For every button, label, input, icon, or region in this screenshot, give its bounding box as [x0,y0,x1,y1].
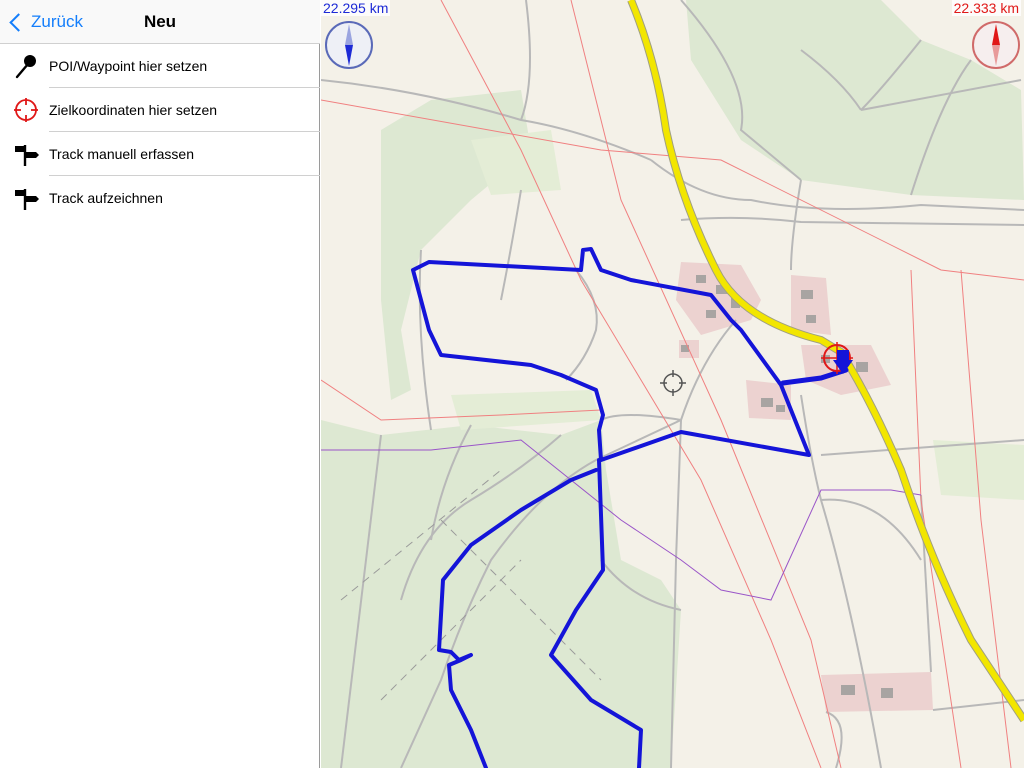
map-view[interactable]: 22.295 km 22.333 km [321,0,1024,768]
signpost-icon [13,141,39,167]
pin-icon [13,53,39,79]
chevron-left-icon [9,12,28,32]
compass-icon [972,21,1020,69]
menu-item-label: Track manuell erfassen [49,146,194,162]
crosshair-target-icon [13,97,39,123]
compass-left-button[interactable] [324,20,374,70]
compass-icon [325,21,373,69]
distance-label-right: 22.333 km [951,0,1021,16]
menu-item-track-record[interactable]: Track aufzeichnen [0,176,320,220]
map-crosshair-icon [660,370,686,396]
side-panel: Zurück Neu POI/Waypoint hier setzen Ziel… [0,0,320,768]
forest-area [321,420,681,768]
signpost-icon [13,185,39,211]
back-button-label: Zurück [31,12,83,31]
back-button[interactable]: Zurück [8,0,83,44]
menu-item-label: Track aufzeichnen [49,190,163,206]
settlement-area [821,672,933,712]
menu-item-label: POI/Waypoint hier setzen [49,58,208,74]
menu-item-track-manual[interactable]: Track manuell erfassen [0,132,320,176]
action-menu: POI/Waypoint hier setzen Zielkoordinaten… [0,44,320,220]
map-canvas[interactable] [321,0,1024,768]
distance-label-left: 22.295 km [321,0,391,16]
compass-right-button[interactable] [971,20,1021,70]
settlement-area [791,275,831,335]
buildings [681,275,893,698]
menu-item-label: Zielkoordinaten hier setzen [49,102,218,118]
navigation-bar: Zurück Neu [0,0,320,44]
menu-item-set-target[interactable]: Zielkoordinaten hier setzen [0,88,320,132]
menu-item-set-poi[interactable]: POI/Waypoint hier setzen [0,44,320,88]
meadow-area [451,390,601,430]
